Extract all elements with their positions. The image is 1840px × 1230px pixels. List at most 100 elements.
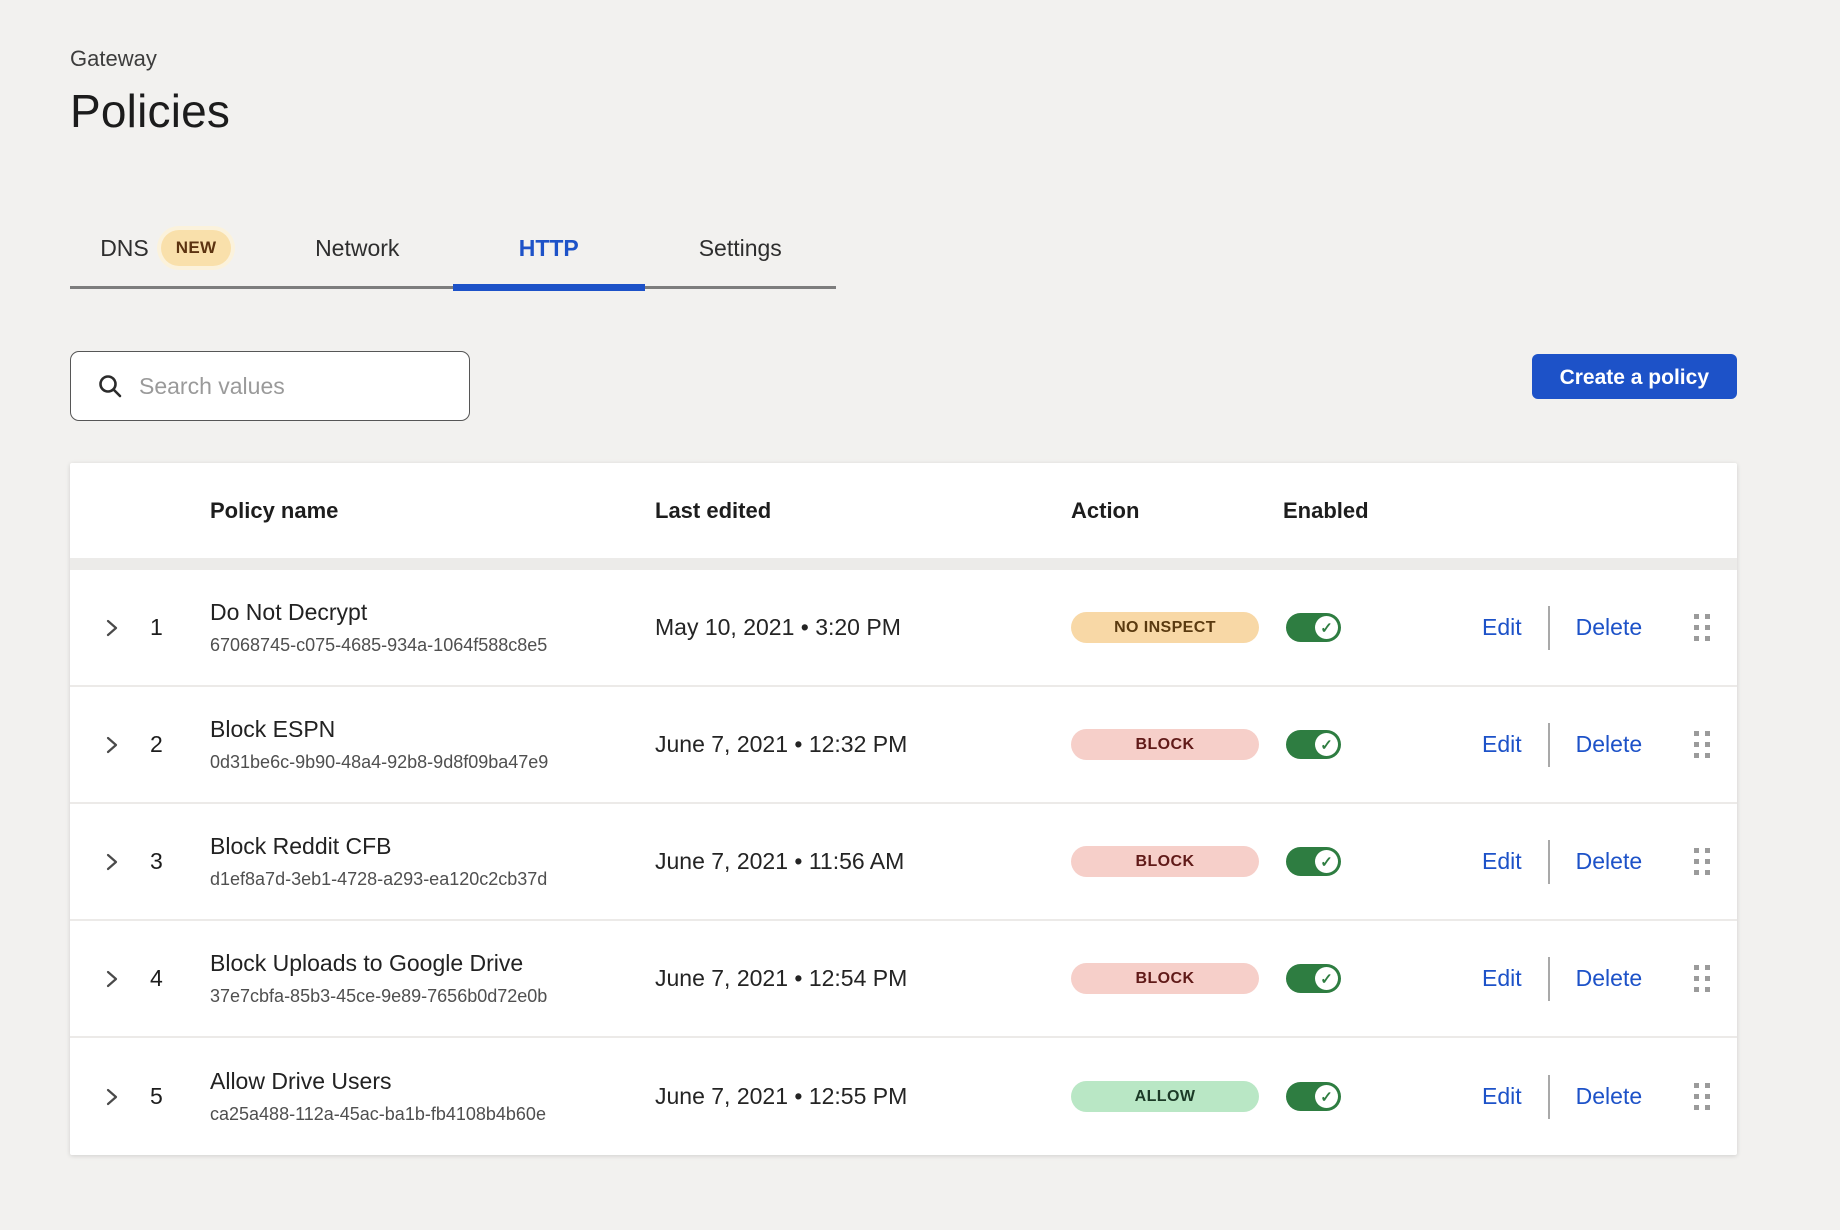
column-header-policy-name: Policy name	[210, 498, 655, 524]
row-number: 1	[140, 614, 210, 641]
tab-dns-label: DNS	[100, 235, 149, 262]
expand-row-button[interactable]	[70, 734, 140, 756]
last-edited: June 7, 2021 • 12:32 PM	[655, 731, 1071, 758]
action-divider	[1548, 1075, 1550, 1119]
new-badge: NEW	[161, 230, 232, 266]
action-divider	[1548, 723, 1550, 767]
drag-handle-icon[interactable]	[1694, 614, 1710, 641]
policy-uuid: 37e7cbfa-85b3-45ce-9e89-7656b0d72e0b	[210, 986, 655, 1007]
toggle-check-icon: ✓	[1315, 967, 1338, 990]
delete-link[interactable]: Delete	[1576, 731, 1642, 758]
expand-row-button[interactable]	[70, 851, 140, 873]
page-title: Policies	[70, 84, 1737, 138]
edit-link[interactable]: Edit	[1482, 848, 1522, 875]
toggle-check-icon: ✓	[1315, 850, 1338, 873]
tab-network[interactable]: Network	[262, 216, 454, 286]
drag-handle-icon[interactable]	[1694, 848, 1710, 875]
chevron-right-icon	[104, 617, 120, 639]
table-row: 1 Do Not Decrypt 67068745-c075-4685-934a…	[70, 570, 1737, 687]
toolbar: Create a policy	[70, 351, 1737, 421]
delete-link[interactable]: Delete	[1576, 614, 1642, 641]
search-icon	[97, 373, 123, 399]
expand-row-button[interactable]	[70, 1086, 140, 1108]
policy-uuid: ca25a488-112a-45ac-ba1b-fb4108b4b60e	[210, 1104, 655, 1125]
expand-row-button[interactable]	[70, 617, 140, 639]
table-row: 5 Allow Drive Users ca25a488-112a-45ac-b…	[70, 1038, 1737, 1155]
policy-name-cell: Block Uploads to Google Drive 37e7cbfa-8…	[210, 950, 655, 1007]
table-header-row: Policy name Last edited Action Enabled	[70, 463, 1737, 558]
chevron-right-icon	[104, 1086, 120, 1108]
chevron-right-icon	[104, 734, 120, 756]
policy-name: Block Uploads to Google Drive	[210, 950, 655, 977]
policy-name: Block ESPN	[210, 716, 655, 743]
action-badge: ALLOW	[1071, 1081, 1259, 1112]
row-number: 4	[140, 965, 210, 992]
drag-handle-icon[interactable]	[1694, 965, 1710, 992]
row-actions: Edit Delete	[1482, 921, 1737, 1036]
expand-row-button[interactable]	[70, 968, 140, 990]
delete-link[interactable]: Delete	[1576, 965, 1642, 992]
row-number: 5	[140, 1083, 210, 1110]
action-badge: BLOCK	[1071, 963, 1259, 994]
policy-name: Allow Drive Users	[210, 1068, 655, 1095]
breadcrumb: Gateway	[70, 0, 1737, 72]
last-edited: June 7, 2021 • 12:55 PM	[655, 1083, 1071, 1110]
action-divider	[1548, 840, 1550, 884]
tab-settings-label: Settings	[699, 235, 782, 262]
header-divider	[70, 558, 1737, 570]
last-edited: June 7, 2021 • 12:54 PM	[655, 965, 1071, 992]
gateway-policies-page: Gateway Policies DNS NEW Network HTTP Se…	[70, 0, 1737, 1155]
edit-link[interactable]: Edit	[1482, 731, 1522, 758]
enabled-toggle[interactable]: ✓	[1286, 1082, 1341, 1111]
enabled-cell: ✓	[1283, 1082, 1482, 1111]
action-divider	[1548, 606, 1550, 650]
table-row: 3 Block Reddit CFB d1ef8a7d-3eb1-4728-a2…	[70, 804, 1737, 921]
action-badge: NO INSPECT	[1071, 612, 1259, 643]
enabled-toggle[interactable]: ✓	[1286, 847, 1341, 876]
action-divider	[1548, 957, 1550, 1001]
toggle-check-icon: ✓	[1315, 733, 1338, 756]
tab-dns[interactable]: DNS NEW	[70, 216, 262, 286]
enabled-cell: ✓	[1283, 613, 1482, 642]
enabled-toggle[interactable]: ✓	[1286, 730, 1341, 759]
enabled-cell: ✓	[1283, 730, 1482, 759]
drag-handle-icon[interactable]	[1694, 731, 1710, 758]
row-actions: Edit Delete	[1482, 804, 1737, 919]
action-badge: BLOCK	[1071, 729, 1259, 760]
create-policy-button[interactable]: Create a policy	[1532, 354, 1737, 399]
drag-handle-icon[interactable]	[1694, 1083, 1710, 1110]
edit-link[interactable]: Edit	[1482, 965, 1522, 992]
policy-uuid: d1ef8a7d-3eb1-4728-a293-ea120c2cb37d	[210, 869, 655, 890]
action-cell: BLOCK	[1071, 846, 1283, 877]
table-body: 1 Do Not Decrypt 67068745-c075-4685-934a…	[70, 570, 1737, 1155]
action-cell: NO INSPECT	[1071, 612, 1283, 643]
action-cell: ALLOW	[1071, 1081, 1283, 1112]
table-row: 2 Block ESPN 0d31be6c-9b90-48a4-92b8-9d8…	[70, 687, 1737, 804]
delete-link[interactable]: Delete	[1576, 1083, 1642, 1110]
tab-bar: DNS NEW Network HTTP Settings	[70, 216, 836, 289]
tab-settings[interactable]: Settings	[645, 216, 837, 286]
search-input[interactable]	[139, 373, 451, 400]
chevron-right-icon	[104, 851, 120, 873]
enabled-toggle[interactable]: ✓	[1286, 964, 1341, 993]
policies-table: Policy name Last edited Action Enabled 1…	[70, 463, 1737, 1155]
last-edited: June 7, 2021 • 11:56 AM	[655, 848, 1071, 875]
toggle-check-icon: ✓	[1315, 616, 1338, 639]
row-actions: Edit Delete	[1482, 570, 1737, 685]
action-cell: BLOCK	[1071, 729, 1283, 760]
column-header-enabled: Enabled	[1283, 498, 1482, 524]
last-edited: May 10, 2021 • 3:20 PM	[655, 614, 1071, 641]
row-number: 3	[140, 848, 210, 875]
column-header-last-edited: Last edited	[655, 498, 1071, 524]
delete-link[interactable]: Delete	[1576, 848, 1642, 875]
tab-http[interactable]: HTTP	[453, 216, 645, 286]
edit-link[interactable]: Edit	[1482, 1083, 1522, 1110]
toggle-check-icon: ✓	[1315, 1085, 1338, 1108]
edit-link[interactable]: Edit	[1482, 614, 1522, 641]
policy-name-cell: Block Reddit CFB d1ef8a7d-3eb1-4728-a293…	[210, 833, 655, 890]
chevron-right-icon	[104, 968, 120, 990]
policy-name-cell: Block ESPN 0d31be6c-9b90-48a4-92b8-9d8f0…	[210, 716, 655, 773]
policy-name: Block Reddit CFB	[210, 833, 655, 860]
enabled-toggle[interactable]: ✓	[1286, 613, 1341, 642]
search-box[interactable]	[70, 351, 470, 421]
